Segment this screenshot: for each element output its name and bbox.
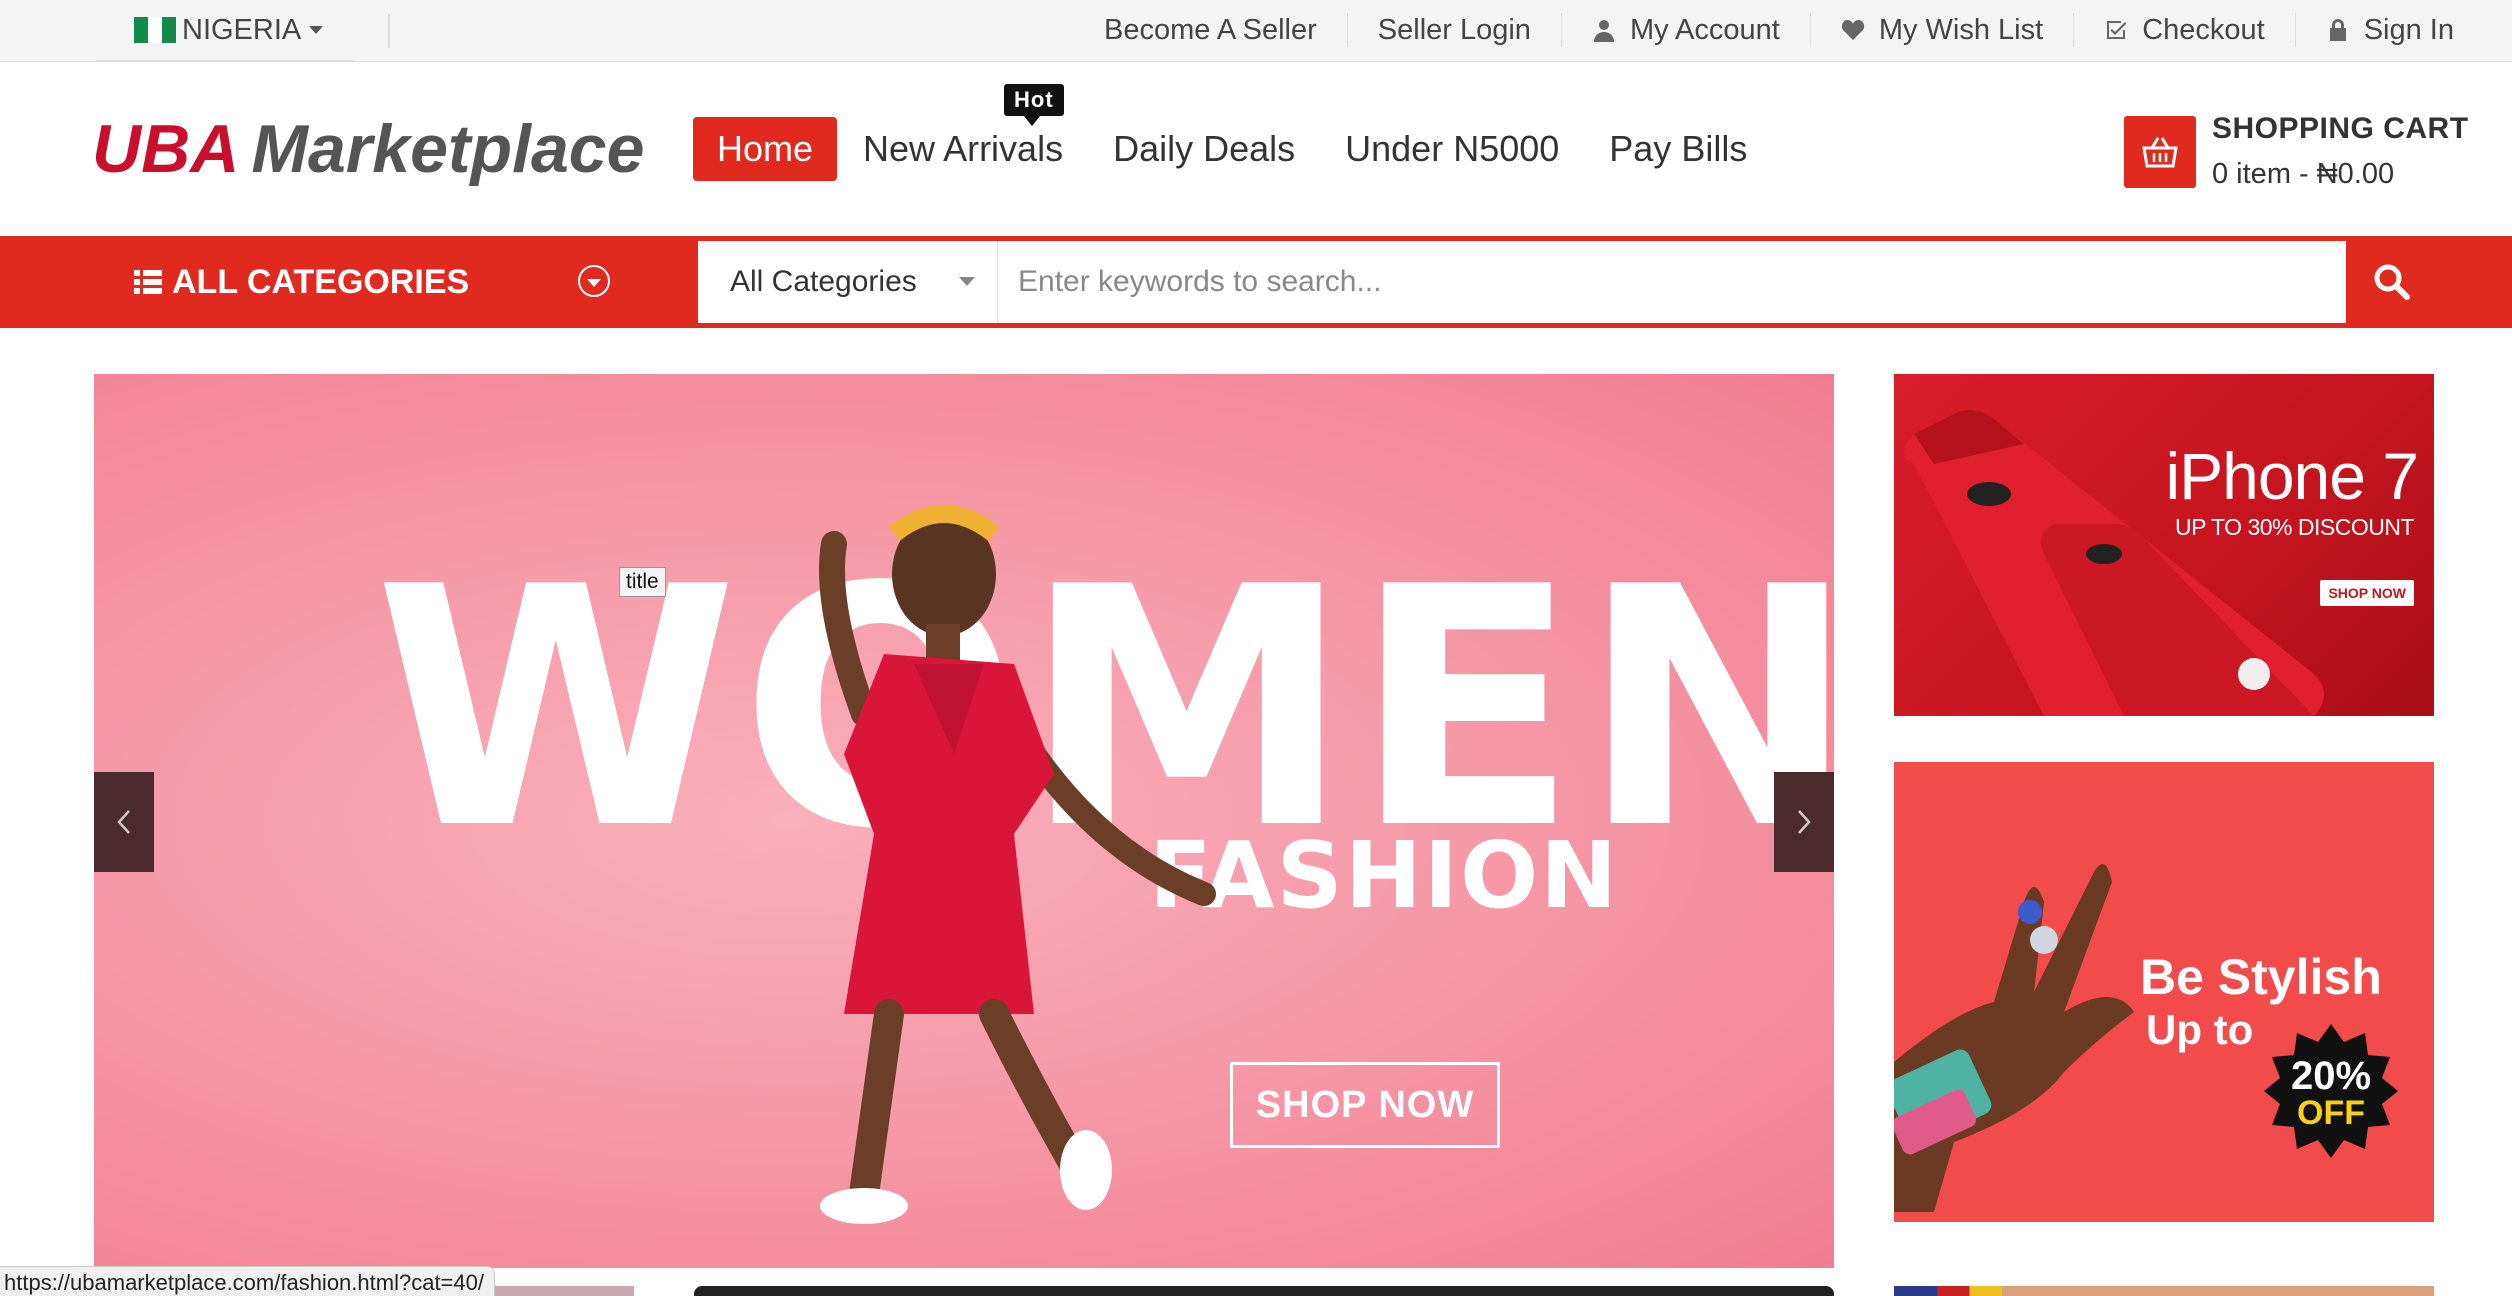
logo-secondary: Marketplace [251,111,645,187]
logo-primary: UBA [92,111,240,187]
topbar-divider [388,14,390,48]
nav-pay-bills[interactable]: Pay Bills [1584,117,1772,181]
become-seller-link[interactable]: Become A Seller [1074,13,1347,47]
discount-percent: 20% [2290,1054,2372,1098]
chevron-right-icon [1798,810,1811,834]
search-button[interactable] [2346,236,2438,328]
wish-list-label: My Wish List [1878,13,2044,46]
list-icon [134,270,162,294]
lock-icon [2329,19,2346,41]
bottom-banner-2[interactable] [694,1286,1834,1296]
my-account-label: My Account [1629,13,1780,46]
shopping-cart[interactable]: SHOPPING CART 0 item - ₦0.00 [2124,112,2469,191]
stylish-banner-title: Be Stylish [2140,949,2382,1005]
select-caret-icon [959,277,975,286]
hero-shop-now-button[interactable]: SHOP NOW [1230,1062,1500,1148]
search-icon [2374,264,2410,300]
iphone-image [1904,410,2324,716]
cart-text: SHOPPING CART 0 item - ₦0.00 [2212,112,2469,191]
seller-login-label: Seller Login [1377,13,1531,46]
caret-down-icon [309,26,324,34]
seller-login-link[interactable]: Seller Login [1346,13,1561,47]
nav-daily-deals[interactable]: Daily Deals [1088,117,1320,181]
my-account-link[interactable]: My Account [1560,13,1810,47]
nav-under-n5000[interactable]: Under N5000 [1320,117,1584,181]
cart-summary: 0 item - ₦0.00 [2212,158,2395,190]
slider-prev-button[interactable] [94,772,154,872]
be-stylish-banner[interactable]: Be Stylish Up to 20% OFF [1894,762,2434,1222]
checkout-icon [2107,21,2127,39]
basket-icon [2124,115,2196,188]
category-select-value: All Categories [730,265,917,298]
chevron-left-icon [117,810,130,834]
search-input[interactable] [998,241,2346,323]
iphone-banner-title: iPhone 7 [2165,439,2419,513]
fashion-model-image [819,505,1216,1224]
become-seller-label: Become A Seller [1103,13,1317,46]
sign-in-link[interactable]: Sign In [2294,13,2454,47]
browser-status-bar: https://ubamarketplace.com/fashion.html?… [0,1266,495,1296]
user-icon [1593,20,1614,42]
slider-next-button[interactable] [1774,772,1834,872]
top-bar: NIGERIA Become A Seller Seller Login My … [0,0,2512,63]
nav-new-arrivals[interactable]: New Arrivals [838,117,1088,181]
site-header: UBA Marketplace Home New Arrivals Daily D… [0,62,2512,236]
all-categories-label: ALL CATEGORIES [172,262,470,301]
country-selector[interactable]: NIGERIA [134,0,324,60]
wish-list-link[interactable]: My Wish List [1809,13,2073,47]
bottom-banner-3[interactable] [1894,1286,2434,1296]
discount-seal: 20% OFF [2264,1024,2398,1158]
hot-badge: Hot [1004,84,1064,126]
cart-title: SHOPPING CART [2212,112,2469,145]
nav-home[interactable]: Home [693,117,838,181]
sign-in-label: Sign In [2363,13,2454,46]
main-nav: Home New Arrivals Daily Deals Under N500… [693,116,1772,182]
search-bar: ALL CATEGORIES All Categories [0,236,2512,328]
category-select[interactable]: All Categories [698,241,998,323]
iphone-shop-now-button[interactable]: SHOP NOW [2320,580,2414,606]
discount-off: OFF [2297,1094,2365,1132]
title-tooltip: title [619,567,666,597]
checkout-link[interactable]: Checkout [2073,13,2295,47]
nigeria-flag-icon [134,17,176,43]
heart-icon [1841,20,1864,40]
site-logo[interactable]: UBA Marketplace [92,110,644,188]
iphone-banner-subtitle: UP TO 30% DISCOUNT [2175,514,2414,540]
all-categories-menu[interactable]: ALL CATEGORIES [134,236,469,328]
top-links: Become A Seller Seller Login My Account … [1074,0,2454,60]
iphone-banner[interactable]: iPhone 7 UP TO 30% DISCOUNT SHOP NOW [1894,374,2434,716]
checkout-label: Checkout [2142,13,2265,46]
chevron-circle-down-icon[interactable] [578,265,610,297]
stylish-banner-subtitle: Up to [2146,1006,2254,1053]
jewelry-hand-image [1894,864,2134,1212]
hero-slider[interactable]: WOMEN FASHION SHOP NOW title [94,374,1834,1268]
country-label: NIGERIA [182,13,302,46]
